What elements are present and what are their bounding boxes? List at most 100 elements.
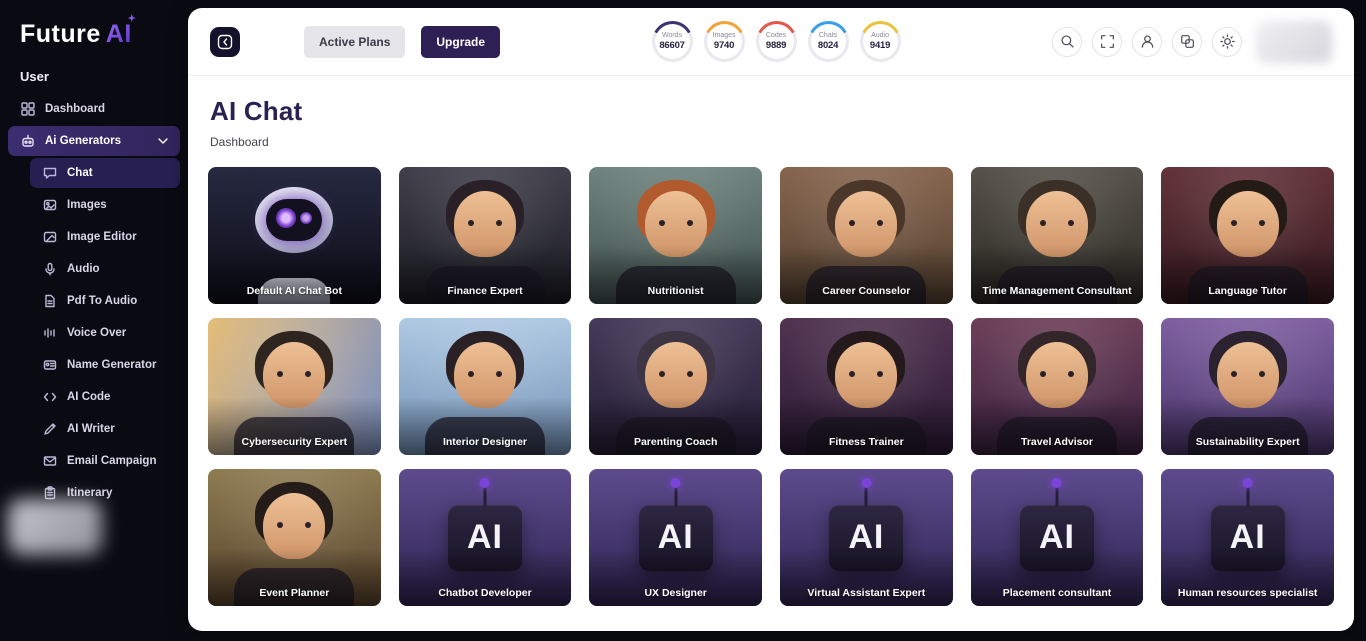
sidebar-item-chat[interactable]: Chat [30, 158, 180, 188]
persona-card-label: Travel Advisor [975, 436, 1140, 448]
sidebar-item-email-campaign[interactable]: Email Campaign [30, 446, 180, 476]
persona-card[interactable]: AIChatbot Developer [399, 469, 572, 606]
persona-card-label: Career Counselor [784, 285, 949, 297]
persona-card[interactable]: Time Management Consultant [971, 167, 1144, 304]
persona-card-label: Interior Designer [403, 436, 568, 448]
stat-label: Chats [819, 32, 837, 39]
dashboard-icon [20, 102, 35, 117]
stat-label: Codes [766, 32, 786, 39]
document-icon [42, 294, 57, 309]
persona-card[interactable]: Default AI Chat Bot [208, 167, 381, 304]
user-profile-blurred[interactable] [1256, 21, 1332, 63]
page-title: AI Chat [210, 96, 1332, 127]
main-panel: Active Plans Upgrade Words86607 Images974… [188, 8, 1354, 631]
persona-card[interactable]: Event Planner [208, 469, 381, 606]
upgrade-button[interactable]: Upgrade [421, 26, 500, 58]
ai-generators-submenu: Chat Images Image Editor Audio [8, 158, 180, 508]
persona-card[interactable]: Language Tutor [1161, 167, 1334, 304]
sidebar-collapse-button[interactable] [210, 27, 240, 57]
persona-card-label: Nutritionist [593, 285, 758, 297]
persona-card[interactable]: AIVirtual Assistant Expert [780, 469, 953, 606]
persona-card-label: Human resources specialist [1165, 587, 1330, 599]
id-card-icon [42, 358, 57, 373]
user-icon [1140, 34, 1155, 49]
sidebar-item-ai-code[interactable]: AI Code [30, 382, 180, 412]
stat-badge-chats: Chats8024 [808, 21, 849, 62]
persona-card[interactable]: Cybersecurity Expert [208, 318, 381, 455]
persona-card[interactable]: Finance Expert [399, 167, 572, 304]
sidebar-item-label: Pdf To Audio [67, 295, 137, 307]
persona-card[interactable]: AIPlacement consultant [971, 469, 1144, 606]
sidebar-item-images[interactable]: Images [30, 190, 180, 220]
app-logo-text: Future [20, 20, 101, 49]
sidebar-menu: Dashboard Ai Generators Chat Im [0, 94, 188, 508]
persona-card-label: UX Designer [593, 587, 758, 599]
sidebar-item-audio[interactable]: Audio [30, 254, 180, 284]
sidebar-item-label: AI Code [67, 391, 110, 403]
persona-card-label: Default AI Chat Bot [212, 285, 377, 297]
stat-badge-images: Images9740 [704, 21, 745, 62]
sun-icon [1220, 34, 1235, 49]
persona-card-label: Event Planner [212, 587, 377, 599]
app-logo: Future AI [0, 0, 188, 55]
sidebar-item-label: Images [67, 199, 107, 211]
breadcrumb: Dashboard [210, 135, 1332, 149]
persona-card[interactable]: Nutritionist [589, 167, 762, 304]
stat-value: 8024 [818, 40, 838, 51]
sidebar-item-dashboard[interactable]: Dashboard [8, 94, 180, 124]
persona-card-label: Finance Expert [403, 285, 568, 297]
persona-card-label: Parenting Coach [593, 436, 758, 448]
stat-value: 9419 [870, 40, 890, 51]
persona-card[interactable]: Fitness Trainer [780, 318, 953, 455]
sidebar-item-label: Ai Generators [45, 135, 121, 147]
translate-icon [1180, 34, 1195, 49]
sidebar-item-voice-over[interactable]: Voice Over [30, 318, 180, 348]
image-editor-icon [42, 230, 57, 245]
chevron-down-icon [158, 138, 168, 144]
persona-card[interactable]: Parenting Coach [589, 318, 762, 455]
collapse-icon [217, 34, 233, 50]
sidebar-item-pdf-to-audio[interactable]: Pdf To Audio [30, 286, 180, 316]
pen-icon [42, 422, 57, 437]
stat-value: 9740 [714, 40, 734, 51]
translate-button[interactable] [1172, 27, 1202, 57]
sidebar-item-label: Audio [67, 263, 100, 275]
theme-toggle-button[interactable] [1212, 27, 1242, 57]
user-button[interactable] [1132, 27, 1162, 57]
waveform-icon [42, 326, 57, 341]
sidebar-blurred-item [8, 499, 102, 555]
persona-card[interactable]: Interior Designer [399, 318, 572, 455]
fullscreen-icon [1100, 34, 1115, 49]
persona-card[interactable]: Travel Advisor [971, 318, 1144, 455]
active-plans-button[interactable]: Active Plans [304, 26, 405, 58]
sidebar-item-label: Voice Over [67, 327, 126, 339]
sidebar-item-label: AI Writer [67, 423, 115, 435]
sidebar-item-label: Dashboard [45, 103, 105, 115]
stat-label: Audio [871, 32, 889, 39]
persona-card-label: Language Tutor [1165, 285, 1330, 297]
sidebar-item-label: Email Campaign [67, 455, 156, 467]
stat-badge-words: Words86607 [652, 21, 693, 62]
persona-card-label: Fitness Trainer [784, 436, 949, 448]
mail-icon [42, 454, 57, 469]
persona-card-label: Virtual Assistant Expert [784, 587, 949, 599]
topbar: Active Plans Upgrade Words86607 Images974… [188, 8, 1354, 76]
search-button[interactable] [1052, 27, 1082, 57]
persona-card[interactable]: Career Counselor [780, 167, 953, 304]
sidebar-item-label: Name Generator [67, 359, 156, 371]
sidebar-item-ai-generators[interactable]: Ai Generators [8, 126, 180, 156]
stat-label: Images [713, 32, 736, 39]
persona-card[interactable]: AIHuman resources specialist [1161, 469, 1334, 606]
persona-card[interactable]: AIUX Designer [589, 469, 762, 606]
sidebar-item-ai-writer[interactable]: AI Writer [30, 414, 180, 444]
persona-card[interactable]: Sustainability Expert [1161, 318, 1334, 455]
sidebar-item-label: Itinerary [67, 487, 112, 499]
sidebar-item-label: Image Editor [67, 231, 137, 243]
sidebar-item-name-generator[interactable]: Name Generator [30, 350, 180, 380]
fullscreen-button[interactable] [1092, 27, 1122, 57]
code-icon [42, 390, 57, 405]
stat-value: 86607 [659, 40, 684, 51]
sidebar-item-image-editor[interactable]: Image Editor [30, 222, 180, 252]
stat-badge-audio: Audio9419 [860, 21, 901, 62]
persona-card-label: Placement consultant [975, 587, 1140, 599]
